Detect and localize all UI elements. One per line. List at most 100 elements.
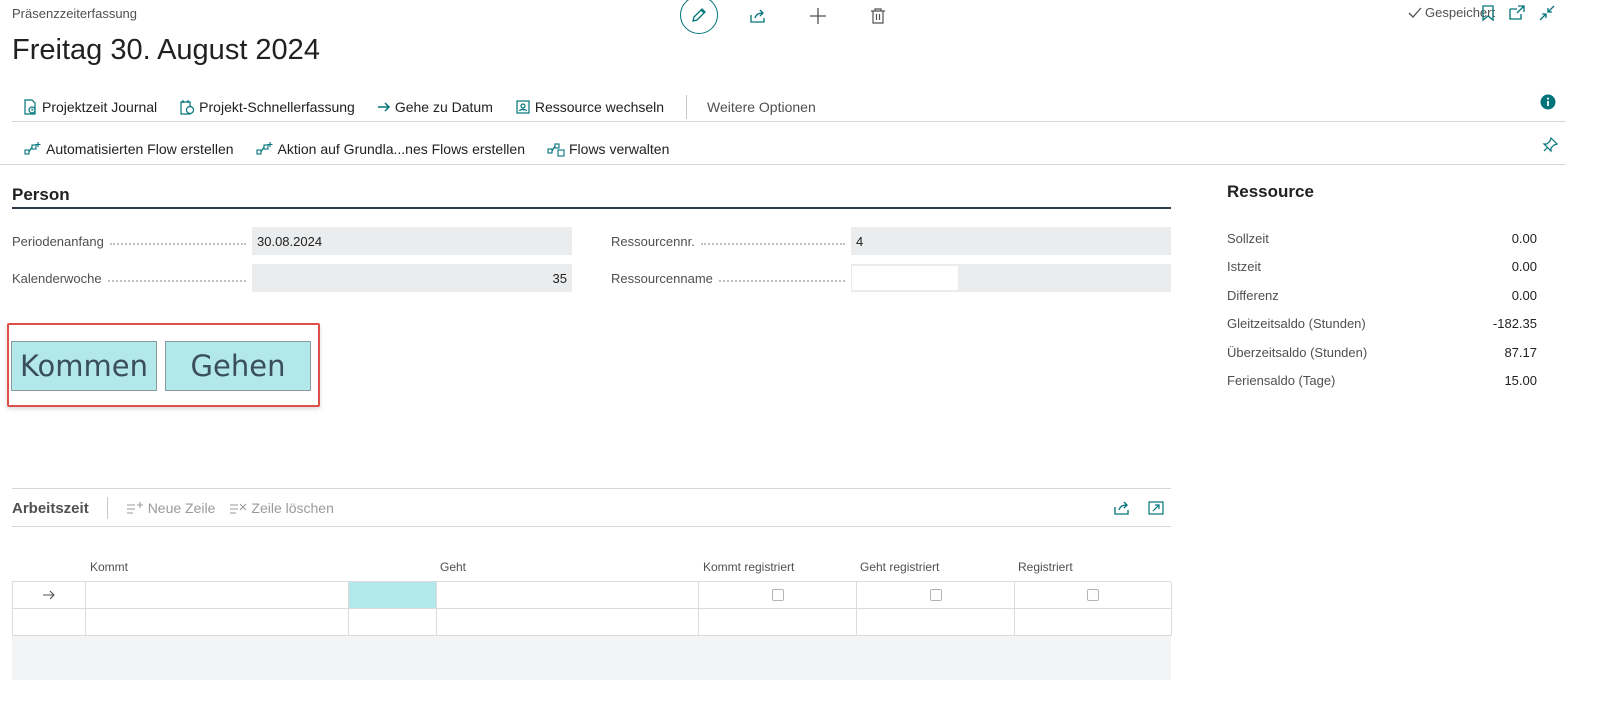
- ueberzeitsaldo-label: Überzeitsaldo (Stunden): [1227, 344, 1368, 360]
- projekt-schnellerfassung-label: Projekt-Schnellerfassung: [199, 99, 355, 115]
- geht-cell[interactable]: [437, 582, 699, 609]
- ressource-wechseln-button[interactable]: Ressource wechseln: [515, 99, 664, 115]
- flows-verwalten-button[interactable]: Flows verwalten: [547, 141, 669, 157]
- aktion-flow-button[interactable]: Aktion auf Grundla...nes Flows erstellen: [255, 141, 525, 157]
- periodenanfang-label-row: Periodenanfang: [12, 233, 252, 249]
- flow-bar-divider: [0, 164, 1566, 165]
- istzeit-label: Istzeit: [1227, 259, 1261, 275]
- sollzeit-value[interactable]: 0.00: [1512, 231, 1537, 246]
- share-icon[interactable]: [748, 6, 768, 26]
- ressource-list: Sollzeit 0.00 Istzeit 0.00 Differenz 0.00 G…: [1227, 224, 1537, 395]
- ressource-section-title: Ressource: [1227, 182, 1314, 201]
- info-icon[interactable]: [1540, 94, 1556, 110]
- differenz-row: Differenz 0.00: [1227, 281, 1537, 310]
- gleitzeitsaldo-row: Gleitzeitsaldo (Stunden) -182.35: [1227, 310, 1537, 339]
- new-line-icon: [126, 502, 143, 514]
- column-header-geht-registriert[interactable]: Geht registriert: [860, 560, 939, 574]
- flows-verwalten-label: Flows verwalten: [569, 141, 670, 157]
- ressourcenname-field-bg: [851, 264, 1171, 292]
- checkmark-icon: [1408, 7, 1422, 18]
- istzeit-value[interactable]: 0.00: [1512, 259, 1537, 274]
- kommt-registriert-cell[interactable]: [699, 609, 857, 636]
- projekt-schnellerfassung-button[interactable]: Projekt-Schnellerfassung: [179, 99, 355, 115]
- bookmark-icon[interactable]: [1480, 4, 1496, 22]
- header-toolbar: [680, 0, 888, 34]
- action-bar-divider: [12, 121, 1566, 122]
- column-header-kommt[interactable]: Kommt: [90, 560, 128, 574]
- ueberzeitsaldo-value[interactable]: 87.17: [1504, 345, 1537, 360]
- toolbar-divider: [686, 95, 688, 119]
- geht-registriert-cell[interactable]: [857, 609, 1015, 636]
- column-header-registriert[interactable]: Registriert: [1018, 560, 1073, 574]
- page-title: Freitag 30. August 2024: [12, 34, 320, 66]
- ressource-wechseln-label: Ressource wechseln: [534, 99, 665, 115]
- toolbar-divider: [106, 497, 108, 519]
- empty-cell[interactable]: [349, 609, 437, 636]
- neue-zeile-button[interactable]: Neue Zeile: [126, 500, 216, 516]
- gehe-zu-datum-label: Gehe zu Datum: [394, 99, 493, 115]
- add-icon[interactable]: [808, 6, 828, 26]
- column-header-kommt-registriert[interactable]: Kommt registriert: [703, 560, 794, 574]
- kommt-cell[interactable]: [86, 582, 349, 609]
- flow-bar: Automatisierten Flow erstellen Aktion au…: [24, 136, 691, 162]
- kalenderwoche-label-row: Kalenderwoche: [12, 270, 252, 286]
- ressourcennr-label-row: Ressourcennr.: [611, 233, 851, 249]
- feriensaldo-label: Feriensaldo (Tage): [1227, 373, 1336, 389]
- arrow-right-icon: [377, 102, 390, 112]
- automatisierten-flow-label: Automatisierten Flow erstellen: [46, 141, 234, 157]
- delete-icon[interactable]: [868, 6, 888, 26]
- ressourcenname-label-row: Ressourcenname: [611, 270, 851, 286]
- person-section-underline: [12, 207, 1171, 209]
- journal-icon: [24, 99, 36, 115]
- registriert-cell[interactable]: [1015, 609, 1172, 636]
- gehen-button[interactable]: Gehen: [165, 341, 311, 391]
- ressourcennr-field: 4: [851, 227, 1171, 255]
- expand-icon[interactable]: [1147, 499, 1165, 517]
- collapse-icon[interactable]: [1538, 4, 1556, 22]
- share-icon[interactable]: [1113, 499, 1131, 517]
- open-new-window-icon[interactable]: [1508, 4, 1526, 22]
- kalenderwoche-field: 35: [252, 264, 572, 292]
- pin-icon[interactable]: [1541, 136, 1559, 154]
- registriert-checkbox[interactable]: [1087, 589, 1099, 601]
- row-indicator-cell[interactable]: [13, 582, 86, 609]
- document-type-label: Präsenzzeiterfassung: [12, 6, 138, 21]
- window-controls: [1480, 4, 1556, 22]
- weitere-optionen-button[interactable]: Weitere Optionen: [707, 99, 816, 115]
- differenz-value[interactable]: 0.00: [1512, 288, 1537, 303]
- kommt-registriert-checkbox[interactable]: [771, 589, 784, 601]
- aktion-flow-label: Aktion auf Grundla...nes Flows erstellen: [277, 141, 525, 157]
- gehe-zu-datum-button[interactable]: Gehe zu Datum: [377, 99, 493, 115]
- row-indicator-cell[interactable]: [13, 609, 86, 636]
- neue-zeile-label: Neue Zeile: [147, 500, 216, 516]
- registriert-cell: [1015, 582, 1172, 609]
- sollzeit-row: Sollzeit 0.00: [1227, 224, 1537, 253]
- projektzeit-journal-label: Projektzeit Journal: [42, 99, 158, 115]
- dotted-leader: [109, 243, 246, 245]
- kalenderwoche-label: Kalenderwoche: [12, 270, 102, 286]
- arbeitszeit-grid: [12, 581, 1172, 636]
- dotted-leader: [718, 280, 845, 282]
- kommt-cell[interactable]: [86, 609, 349, 636]
- geht-cell[interactable]: [437, 609, 699, 636]
- sollzeit-label: Sollzeit: [1227, 230, 1269, 246]
- arbeitszeit-toolbar-divider: [12, 526, 1171, 527]
- arbeitszeit-toolbar: Arbeitszeit Neue Zeile Zeile löschen: [12, 496, 334, 520]
- arbeitszeit-top-divider: [12, 488, 1171, 489]
- periodenanfang-field: 30.08.2024: [252, 227, 572, 255]
- active-cell[interactable]: [349, 582, 437, 609]
- zeile-loeschen-button[interactable]: Zeile löschen: [229, 500, 334, 516]
- differenz-label: Differenz: [1227, 287, 1279, 303]
- feriensaldo-value[interactable]: 15.00: [1504, 373, 1537, 388]
- projektzeit-journal-button[interactable]: Projektzeit Journal: [22, 99, 157, 115]
- delete-line-icon: [230, 503, 247, 514]
- edit-icon[interactable]: [680, 0, 718, 34]
- automatisierten-flow-button[interactable]: Automatisierten Flow erstellen: [24, 141, 234, 157]
- ressourcennr-label: Ressourcennr.: [611, 233, 695, 249]
- periodenanfang-label: Periodenanfang: [12, 233, 104, 249]
- column-header-geht[interactable]: Geht: [440, 560, 466, 574]
- geht-registriert-checkbox[interactable]: [929, 589, 942, 601]
- kommen-button[interactable]: Kommen: [11, 341, 157, 391]
- flow-add-icon: [24, 142, 41, 155]
- gleitzeitsaldo-value[interactable]: -182.35: [1493, 316, 1537, 331]
